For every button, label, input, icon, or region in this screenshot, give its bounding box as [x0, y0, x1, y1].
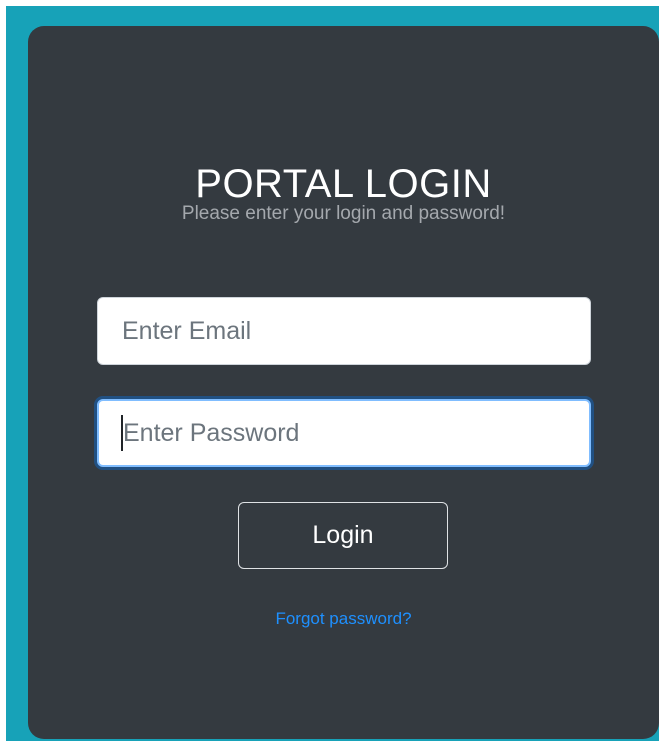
login-button[interactable]: Login: [238, 502, 448, 569]
forgot-password-link[interactable]: Forgot password?: [28, 608, 659, 630]
password-field[interactable]: [97, 399, 591, 467]
login-card: PORTAL LOGIN Please enter your login and…: [28, 26, 659, 739]
email-field[interactable]: [97, 297, 591, 365]
login-subtitle: Please enter your login and password!: [181, 203, 506, 224]
text-cursor: [121, 415, 123, 451]
